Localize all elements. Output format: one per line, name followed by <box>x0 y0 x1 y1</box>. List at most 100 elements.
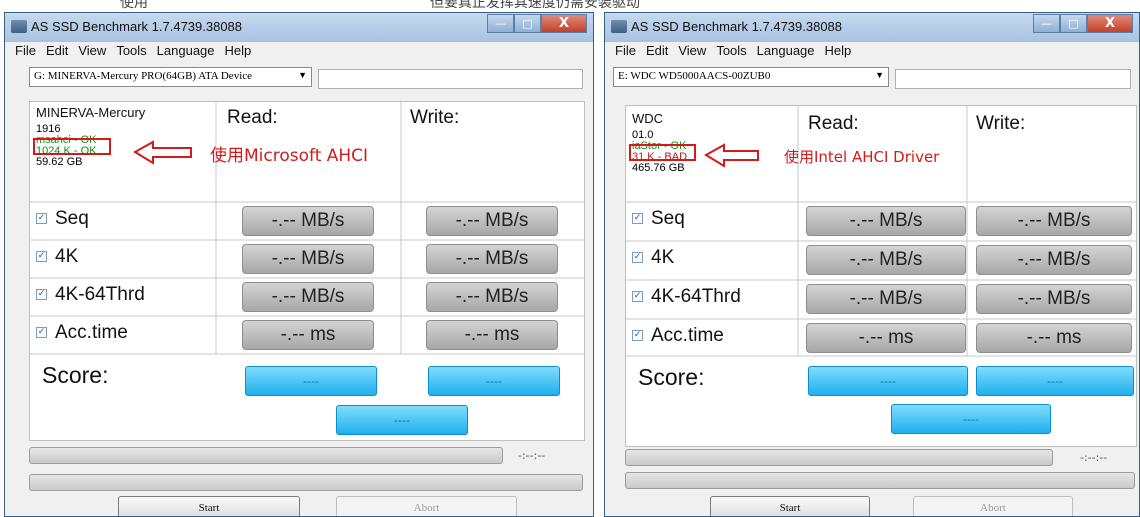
menu-help[interactable]: Help <box>825 43 852 63</box>
drive-extra-field <box>318 69 583 89</box>
test-label: 4K <box>55 246 79 267</box>
maximize-button[interactable]: □ <box>1060 14 1087 33</box>
seq-read-result: -.-- MB/s <box>242 206 374 236</box>
left-benchmark-window: AS SSD Benchmark 1.7.4739.38088 — □ X Fi… <box>4 12 594 517</box>
menu-view[interactable]: View <box>678 43 706 63</box>
results-grid: MINERVA-Mercury 1916 msahci - OK 1024 K … <box>29 101 585 441</box>
minimize-button[interactable]: — <box>487 14 514 33</box>
window-controls: — □ X <box>1033 14 1133 33</box>
4k-write-result: -.-- MB/s <box>426 244 558 274</box>
start-button[interactable]: Start <box>710 496 870 516</box>
drive-extra-field <box>895 69 1131 89</box>
drive-select-value: E: WDC WD5000AACS-00ZUB0 <box>618 70 771 82</box>
drive-info: WDC 01.0 iaStor - OK 31 K - BAD 465.76 G… <box>632 112 687 174</box>
chevron-down-icon: ▼ <box>298 70 307 80</box>
4k-64thrd-write-result: -.-- MB/s <box>426 282 558 312</box>
test-row-4k-64thrd: ✓ 4K-64Thrd -.-- MB/s -.-- MB/s <box>626 280 1136 317</box>
annotation-text: 使用Microsoft AHCI <box>210 146 369 166</box>
4k-64thrd-read-result: -.-- MB/s <box>806 284 966 314</box>
window-title: AS SSD Benchmark 1.7.4739.38088 <box>631 19 843 34</box>
menu-edit[interactable]: Edit <box>46 43 68 63</box>
results-grid: WDC 01.0 iaStor - OK 31 K - BAD 465.76 G… <box>625 105 1137 447</box>
write-score-bar: ---- <box>976 366 1134 396</box>
acc-time-read-result: -.-- ms <box>806 323 966 353</box>
test-label: 4K-64Thrd <box>55 284 145 305</box>
test-row-seq: ✓ Seq -.-- MB/s -.-- MB/s <box>626 202 1136 239</box>
seq-checkbox[interactable]: ✓ <box>632 213 643 224</box>
read-score-bar: ---- <box>245 366 377 396</box>
test-label: 4K <box>651 247 675 268</box>
4k-write-result: -.-- MB/s <box>976 245 1132 275</box>
seq-read-result: -.-- MB/s <box>806 206 966 236</box>
annotation-arrow-icon <box>133 140 192 165</box>
title-bar: AS SSD Benchmark 1.7.4739.38088 — □ X <box>5 13 593 42</box>
annotation-arrow-icon <box>704 143 759 168</box>
total-progress-bar <box>29 474 583 491</box>
app-icon <box>11 20 27 33</box>
menu-help[interactable]: Help <box>225 43 252 63</box>
right-benchmark-window: AS SSD Benchmark 1.7.4739.38088 — □ X Fi… <box>604 12 1140 517</box>
start-button[interactable]: Start <box>118 496 300 516</box>
elapsed-time: -:--:-- <box>518 449 546 462</box>
acc-time-checkbox[interactable]: ✓ <box>632 330 643 341</box>
test-row-4k-64thrd: ✓ 4K-64Thrd -.-- MB/s -.-- MB/s <box>30 278 584 315</box>
test-label: Acc.time <box>651 325 724 346</box>
abort-button[interactable]: Abort <box>913 496 1073 516</box>
test-label: Seq <box>651 208 685 229</box>
menu-file[interactable]: File <box>615 43 636 63</box>
seq-checkbox[interactable]: ✓ <box>36 213 47 224</box>
test-row-seq: ✓ Seq -.-- MB/s -.-- MB/s <box>30 202 584 239</box>
acc-time-checkbox[interactable]: ✓ <box>36 327 47 338</box>
acc-time-write-result: -.-- ms <box>976 323 1132 353</box>
annotation-highlight-box <box>33 138 111 155</box>
menu-bar: File Edit View Tools Language Help <box>5 43 593 63</box>
4k-64thrd-checkbox[interactable]: ✓ <box>36 289 47 300</box>
top-caption-right: 但要真正发挥其速度仍需安装驱动 <box>430 0 640 11</box>
drive-model: MINERVA-Mercury <box>36 105 146 120</box>
menu-bar: File Edit View Tools Language Help <box>605 43 1139 63</box>
menu-view[interactable]: View <box>78 43 106 63</box>
test-label: Seq <box>55 208 89 229</box>
test-row-acc-time: ✓ Acc.time -.-- ms -.-- ms <box>626 319 1136 356</box>
4k-64thrd-checkbox[interactable]: ✓ <box>632 291 643 302</box>
drive-info: MINERVA-Mercury 1916 msahci - OK 1024 K … <box>36 106 145 168</box>
top-caption-left: 使用 <box>120 0 148 11</box>
drive-capacity: 59.62 GB <box>36 156 83 168</box>
menu-tools[interactable]: Tools <box>716 43 746 63</box>
seq-write-result: -.-- MB/s <box>426 206 558 236</box>
abort-button[interactable]: Abort <box>336 496 517 516</box>
close-button[interactable]: X <box>541 14 587 33</box>
4k-checkbox[interactable]: ✓ <box>36 251 47 262</box>
top-caption-fragment: 使用 但要真正发挥其速度仍需安装驱动 <box>0 0 1140 11</box>
test-row-4k: ✓ 4K -.-- MB/s -.-- MB/s <box>626 241 1136 278</box>
menu-edit[interactable]: Edit <box>646 43 668 63</box>
test-label: Acc.time <box>55 322 128 343</box>
read-score-bar: ---- <box>808 366 968 396</box>
test-row-acc-time: ✓ Acc.time -.-- ms -.-- ms <box>30 316 584 353</box>
test-progress-bar <box>29 447 503 464</box>
menu-file[interactable]: File <box>15 43 36 63</box>
close-button[interactable]: X <box>1087 14 1133 33</box>
annotation-highlight-box <box>629 144 696 161</box>
read-column-header: Read: <box>227 107 278 128</box>
test-label: 4K-64Thrd <box>651 286 741 307</box>
minimize-button[interactable]: — <box>1033 14 1060 33</box>
4k-64thrd-write-result: -.-- MB/s <box>976 284 1132 314</box>
menu-tools[interactable]: Tools <box>116 43 146 63</box>
4k-read-result: -.-- MB/s <box>242 244 374 274</box>
drive-select[interactable]: G: MINERVA-Mercury PRO(64GB) ATA Device … <box>29 67 312 87</box>
4k-checkbox[interactable]: ✓ <box>632 252 643 263</box>
title-bar: AS SSD Benchmark 1.7.4739.38088 — □ X <box>605 13 1139 42</box>
drive-model: WDC <box>632 111 664 126</box>
seq-write-result: -.-- MB/s <box>976 206 1132 236</box>
total-score-bar: ---- <box>891 404 1051 434</box>
menu-language[interactable]: Language <box>157 43 215 63</box>
test-progress-bar <box>625 449 1053 466</box>
total-score-bar: ---- <box>336 405 468 435</box>
4k-64thrd-read-result: -.-- MB/s <box>242 282 374 312</box>
menu-language[interactable]: Language <box>757 43 815 63</box>
maximize-button[interactable]: □ <box>514 14 541 33</box>
read-column-header: Read: <box>808 113 859 134</box>
drive-select[interactable]: E: WDC WD5000AACS-00ZUB0 ▼ <box>613 67 889 87</box>
4k-read-result: -.-- MB/s <box>806 245 966 275</box>
